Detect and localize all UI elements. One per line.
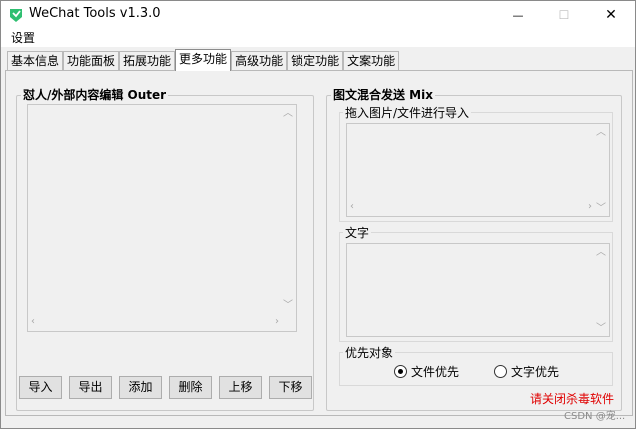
menu-bar: 设置 — [1, 29, 635, 47]
outer-group-title: 怼人/外部内容编辑 Outer — [21, 86, 169, 103]
priority-group: 优先对象 文件优先 文字优先 — [339, 344, 613, 386]
outer-vscrollbar[interactable]: ︿ ﹀ — [280, 105, 296, 331]
radio-unselected-icon — [494, 365, 507, 378]
app-logo-icon — [10, 9, 22, 22]
scroll-up-icon[interactable]: ︿ — [596, 128, 606, 138]
tab-extension[interactable]: 拓展功能 — [119, 51, 176, 71]
maximize-icon: ☐ — [558, 8, 570, 22]
file-priority-radio[interactable]: 文件优先 — [394, 363, 459, 380]
close-button[interactable]: ✕ — [588, 1, 634, 29]
move-down-button[interactable]: 下移 — [269, 376, 312, 399]
text-area[interactable]: ︿ ﹀ — [346, 243, 610, 337]
scroll-down-icon[interactable]: ﹀ — [283, 301, 293, 311]
mix-group: 图文混合发送 Mix 拖入图片/文件进行导入 ︿ ﹀ ‹ › 文字 ︿ ﹀ 优先… — [326, 86, 622, 411]
app-window: WeChat Tools v1.3.0 — ☐ ✕ 设置 基本信息 功能面板 拓… — [0, 0, 636, 429]
maximize-button[interactable]: ☐ — [541, 1, 587, 29]
scroll-up-icon[interactable]: ︿ — [596, 248, 606, 258]
priority-label: 优先对象 — [343, 344, 396, 361]
minimize-icon: — — [512, 8, 524, 22]
text-group: 文字 ︿ ﹀ — [339, 224, 613, 342]
import-button[interactable]: 导入 — [19, 376, 62, 399]
file-hscrollbar[interactable]: ‹ › — [347, 200, 595, 216]
scroll-left-icon[interactable]: ‹ — [31, 317, 35, 327]
tab-more[interactable]: 更多功能 — [175, 49, 232, 71]
tab-function-panel[interactable]: 功能面板 — [63, 51, 120, 71]
scroll-up-icon[interactable]: ︿ — [283, 109, 293, 119]
title-bar[interactable]: WeChat Tools v1.3.0 — ☐ ✕ — [1, 1, 635, 29]
text-vscrollbar[interactable]: ︿ ﹀ — [593, 244, 609, 336]
export-button[interactable]: 导出 — [69, 376, 112, 399]
close-icon: ✕ — [605, 7, 617, 23]
watermark: CSDN @宠... — [564, 411, 626, 422]
tab-basic-info[interactable]: 基本信息 — [7, 51, 64, 71]
radio-selected-icon — [394, 365, 407, 378]
outer-listbox[interactable]: ︿ ﹀ ‹ › — [27, 104, 297, 332]
outer-group: 怼人/外部内容编辑 Outer ︿ ﹀ ‹ › 导入 导出 添加 删除 上移 下… — [16, 86, 314, 411]
mix-group-title: 图文混合发送 Mix — [331, 86, 435, 103]
outer-hscrollbar[interactable]: ‹ › — [28, 315, 282, 331]
scroll-right-icon[interactable]: › — [588, 202, 592, 212]
scroll-down-icon[interactable]: ﹀ — [596, 204, 606, 214]
tab-copywriting[interactable]: 文案功能 — [343, 51, 400, 71]
tab-advanced[interactable]: 高级功能 — [231, 51, 288, 71]
scroll-left-icon[interactable]: ‹ — [350, 202, 354, 212]
drag-drop-group: 拖入图片/文件进行导入 ︿ ﹀ ‹ › — [339, 104, 613, 222]
text-label: 文字 — [343, 224, 372, 241]
file-priority-label: 文件优先 — [411, 365, 460, 379]
text-priority-radio[interactable]: 文字优先 — [494, 363, 559, 380]
add-button[interactable]: 添加 — [119, 376, 162, 399]
move-up-button[interactable]: 上移 — [219, 376, 262, 399]
minimize-button[interactable]: — — [495, 1, 541, 29]
window-title: WeChat Tools v1.3.0 — [29, 6, 161, 21]
antivirus-warning: 请关闭杀毒软件 — [530, 392, 615, 406]
text-priority-label: 文字优先 — [511, 365, 560, 379]
tab-lock[interactable]: 锁定功能 — [287, 51, 344, 71]
file-vscrollbar[interactable]: ︿ ﹀ — [593, 124, 609, 216]
tab-panel: 怼人/外部内容编辑 Outer ︿ ﹀ ‹ › 导入 导出 添加 删除 上移 下… — [5, 70, 633, 422]
delete-button[interactable]: 删除 — [169, 376, 212, 399]
scroll-down-icon[interactable]: ﹀ — [596, 324, 606, 334]
menu-settings[interactable]: 设置 — [11, 29, 35, 46]
file-drop-listbox[interactable]: ︿ ﹀ ‹ › — [346, 123, 610, 217]
tab-strip: 基本信息 功能面板 拓展功能 更多功能 高级功能 锁定功能 文案功能 — [7, 49, 400, 71]
drag-drop-label: 拖入图片/文件进行导入 — [343, 104, 472, 121]
scroll-right-icon[interactable]: › — [275, 317, 279, 327]
